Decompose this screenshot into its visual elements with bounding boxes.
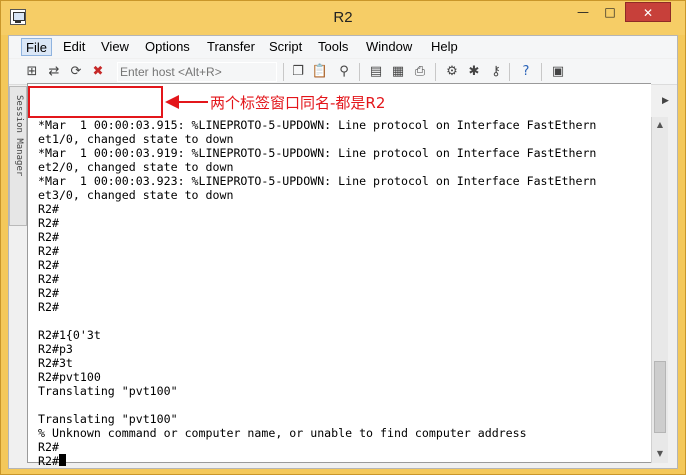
annotation-highlight-box (28, 86, 163, 118)
terminal-line: et1/0, changed state to down (38, 132, 234, 146)
help-icon[interactable]: ? (517, 63, 535, 81)
toolbar-separator (541, 63, 542, 81)
menu-edit[interactable]: Edit (59, 38, 89, 56)
close-button[interactable]: ✕ (625, 2, 671, 22)
menu-bar: File Edit View Options Transfer Script T… (9, 36, 677, 58)
vertical-scrollbar[interactable]: ▲ ▼ (651, 117, 668, 463)
scroll-thumb[interactable] (654, 361, 666, 433)
annotation-arrow-line (178, 101, 208, 103)
terminal-line: R2# (38, 216, 59, 230)
session-options-icon[interactable]: ⚙ (443, 63, 461, 81)
menu-view[interactable]: View (97, 38, 133, 56)
terminal-line: Translating "pvt100" (38, 384, 178, 398)
menu-options[interactable]: Options (141, 38, 194, 56)
terminal-line: R2# (38, 244, 59, 258)
title-bar[interactable]: R2 — □ ✕ (1, 1, 685, 35)
tab-next-icon[interactable]: ▶ (662, 96, 669, 106)
keymap-icon[interactable]: ⚷ (487, 63, 505, 81)
reconnect-icon[interactable]: ⟳ (67, 63, 85, 81)
terminal-line: R2#1{0'3t (38, 328, 101, 342)
terminal-prompt: R2# (38, 454, 59, 468)
session-manager-label: Session Manager (14, 95, 24, 177)
scroll-up-icon[interactable]: ▲ (652, 117, 668, 133)
find-icon[interactable]: ⚲ (335, 63, 353, 81)
disconnect-icon[interactable]: ✖ (89, 63, 107, 81)
annotation-text: 两个标签窗口同名-都是R2 (210, 94, 386, 112)
menu-file[interactable]: File (21, 38, 52, 56)
terminal-line: % Unknown command or computer name, or u… (38, 426, 527, 440)
global-options-icon[interactable]: ✱ (465, 63, 483, 81)
terminal-line: R2# (38, 202, 59, 216)
toolbar-separator (359, 63, 360, 81)
session-manager-tab[interactable]: Session Manager (9, 86, 27, 226)
menu-script[interactable]: Script (265, 38, 306, 56)
connect-icon[interactable]: ⊞ (23, 63, 41, 81)
menu-help[interactable]: Help (427, 38, 462, 56)
scroll-down-icon[interactable]: ▼ (652, 446, 668, 462)
screenshot-icon[interactable]: ▣ (549, 63, 567, 81)
toolbar-separator (283, 63, 284, 81)
terminal-line: et2/0, changed state to down (38, 160, 234, 174)
terminal-line: Translating "pvt100" (38, 412, 178, 426)
host-input[interactable] (117, 62, 277, 82)
print-icon[interactable]: ⎙ (411, 63, 429, 81)
terminal-line: R2#3t (38, 356, 73, 370)
menu-transfer[interactable]: Transfer (203, 38, 259, 56)
print-setup-icon[interactable]: ▤ (367, 63, 385, 81)
terminal-line: R2# (38, 440, 59, 454)
menu-window[interactable]: Window (362, 38, 416, 56)
copy-icon[interactable]: ❐ (289, 63, 307, 81)
print-preview-icon[interactable]: ▦ (389, 63, 407, 81)
terminal-line: *Mar 1 00:00:03.923: %LINEPROTO-5-UPDOWN… (38, 174, 597, 188)
terminal-line: R2#p3 (38, 342, 73, 356)
terminal-prompt-line: R2# (38, 454, 650, 468)
terminal-line: R2# (38, 258, 59, 272)
minimize-button[interactable]: — (570, 2, 596, 22)
terminal-line: R2# (38, 300, 59, 314)
toolbar-separator (435, 63, 436, 81)
annotation-arrow-icon (165, 95, 179, 109)
toolbar-separator (509, 63, 510, 81)
maximize-button[interactable]: □ (597, 2, 623, 22)
terminal-line: et3/0, changed state to down (38, 188, 234, 202)
terminal-line: *Mar 1 00:00:03.919: %LINEPROTO-5-UPDOWN… (38, 146, 597, 160)
paste-icon[interactable]: 📋 (311, 63, 329, 81)
app-window: R2 — □ ✕ File Edit View Options Transfer… (0, 0, 686, 475)
toolbar: ⊞ ⇄ ⟳ ✖ ❐ 📋 ⚲ ▤ ▦ ⎙ ⚙ ✱ ⚷ ? ▣ (9, 59, 677, 85)
terminal-line: *Mar 1 00:00:03.915: %LINEPROTO-5-UPDOWN… (38, 118, 597, 132)
terminal-output: *Mar 1 00:00:03.915: %LINEPROTO-5-UPDOWN… (38, 118, 650, 468)
terminal-line: R2# (38, 230, 59, 244)
terminal-line: R2#pvt100 (38, 370, 101, 384)
menu-tools[interactable]: Tools (314, 38, 352, 56)
quick-connect-icon[interactable]: ⇄ (45, 63, 63, 81)
terminal-line: R2# (38, 286, 59, 300)
terminal-cursor (58, 454, 66, 466)
terminal-line: R2# (38, 272, 59, 286)
terminal-view[interactable]: *Mar 1 00:00:03.915: %LINEPROTO-5-UPDOWN… (27, 83, 651, 468)
